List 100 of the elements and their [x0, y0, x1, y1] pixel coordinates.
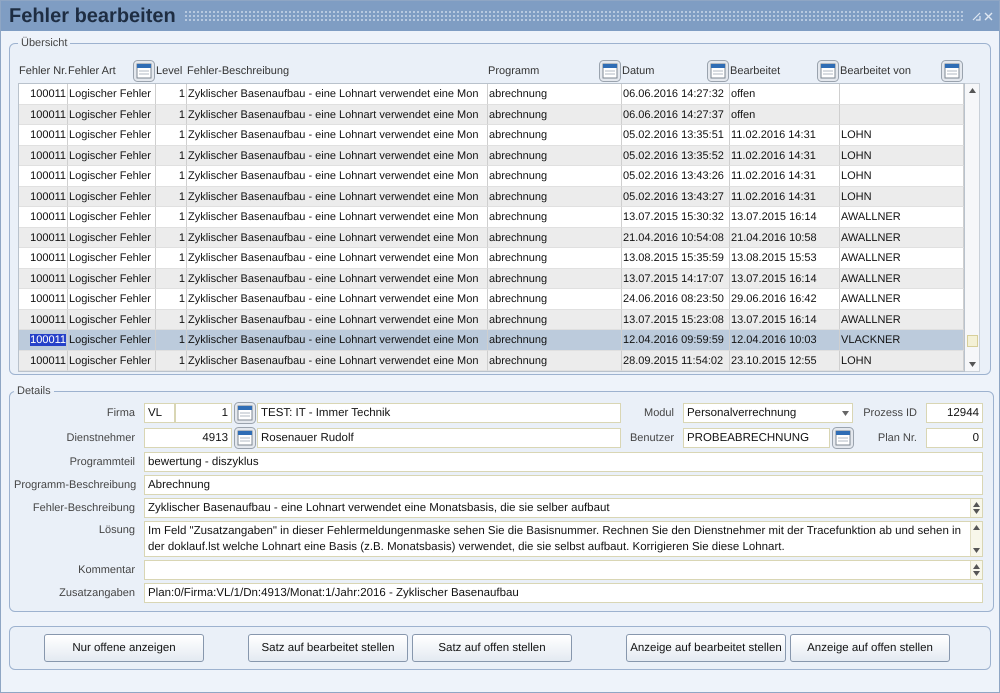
number-field[interactable]: 1 — [175, 403, 232, 423]
field-label: Lösung — [98, 523, 136, 536]
field-label: Modul — [643, 407, 675, 419]
module-dropdown[interactable]: Personalverrechnung — [683, 403, 853, 423]
table-row[interactable]: 100011 Logischer Fehler 1 Zyklischer Basenaufbau - eine Lohnart verwendet eine Mon abrechnung 21.04.2016 10:54:08 21.04.2016 10:58 AWALLNER — [19, 228, 964, 248]
lookup-icon[interactable] — [234, 402, 256, 424]
table-cell: 13.07.2015 16:14 — [730, 268, 840, 289]
dropdown-caret-icon[interactable] — [842, 410, 849, 416]
table-row[interactable]: 100011 Logischer Fehler 1 Zyklischer Basenaufbau - eine Lohnart verwendet eine Mon abrechnung 05.02.2016 13:35:52 11.02.2016 14:31 LOHN — [19, 146, 964, 166]
table-cell: 28.09.2015 11:54:02 — [622, 350, 730, 371]
field-label: Prozess ID — [862, 407, 918, 419]
column-header[interactable]: Datum — [622, 65, 654, 77]
table-cell: Zyklischer Basenaufbau - eine Lohnart verwendet eine Mon — [187, 268, 488, 289]
selected-table-row[interactable]: 100011 Logischer Fehler 1 Zyklischer Basenaufbau - eine Lohnart verwendet eine Mon abrechnung 12.04.2016 09:59:59 12.04.2016 10:03 VLACKNER — [19, 330, 964, 350]
scroll-up-icon[interactable] — [972, 501, 981, 508]
column-header[interactable]: Fehler Art — [68, 65, 116, 77]
table-cell: 100011 — [19, 228, 68, 248]
table-cell: Logischer Fehler — [68, 228, 156, 248]
table-cell: abrechnung — [488, 186, 622, 207]
table-row[interactable]: 100011 Logischer Fehler 1 Zyklischer Basenaufbau - eine Lohnart verwendet eine Mon abrechnung 05.02.2016 13:43:27 11.02.2016 14:31 LOHN — [19, 186, 964, 207]
user-field[interactable]: PROBEABRECHNUNG — [683, 428, 830, 448]
field-label: Programm-Beschreibung — [14, 479, 138, 491]
table-cell: 1 — [156, 268, 187, 289]
table-cell: LOHN — [840, 146, 964, 166]
column-header[interactable]: Bearbeitet von — [840, 65, 911, 77]
table-row[interactable]: 100011 Logischer Fehler 1 Zyklischer Basenaufbau - eine Lohnart verwendet eine Mon abrechnung 13.07.2015 15:23:08 13.07.2015 16:14 AWALLNER — [19, 310, 964, 330]
table-cell: 1 — [156, 186, 187, 207]
lookup-icon[interactable] — [832, 427, 854, 449]
column-header[interactable]: Bearbeitet — [730, 65, 780, 77]
table-cell: Zyklischer Basenaufbau - eine Lohnart verwendet eine Mon — [187, 146, 488, 166]
lookup-icon[interactable] — [707, 60, 729, 82]
table-cell: 21.04.2016 10:58 — [730, 228, 840, 248]
table-cell: 05.02.2016 13:35:52 — [622, 146, 730, 166]
lookup-icon[interactable] — [133, 60, 155, 82]
name-field[interactable]: TEST: IT - Immer Technik — [257, 403, 621, 423]
table-cell: abrechnung — [488, 104, 622, 125]
scroll-up-icon[interactable] — [972, 563, 981, 570]
lookup-icon[interactable] — [817, 60, 839, 82]
table-cell: Zyklischer Basenaufbau - eine Lohnart verwendet eine Mon — [187, 186, 488, 207]
table-row[interactable]: 100011 Logischer Fehler 1 Zyklischer Basenaufbau - eine Lohnart verwendet eine Mon abrechnung 06.06.2016 14:27:37 offen — [19, 104, 964, 125]
action-button[interactable]: Satz auf offen stellen — [412, 634, 572, 662]
name-field[interactable]: Rosenauer Rudolf — [257, 428, 621, 448]
text-field[interactable]: Abrechnung — [144, 475, 983, 495]
table-cell: abrechnung — [488, 268, 622, 289]
action-button[interactable]: Anzeige auf offen stellen — [790, 634, 950, 662]
scroll-down-icon[interactable] — [972, 570, 981, 577]
table-cell: 1 — [156, 350, 187, 371]
code-field[interactable]: VL — [144, 403, 175, 423]
table-cell: 13.07.2015 14:17:07 — [622, 268, 730, 289]
table-cell: 1 — [156, 228, 187, 248]
number-field[interactable]: 4913 — [144, 428, 232, 448]
table-cell: AWALLNER — [840, 228, 964, 248]
plan-number-field[interactable]: 0 — [926, 428, 983, 448]
scroll-up-icon[interactable] — [972, 524, 981, 531]
table-row[interactable]: 100011 Logischer Fehler 1 Zyklischer Basenaufbau - eine Lohnart verwendet eine Mon abrechnung 28.09.2015 11:54:02 23.10.2015 12:55 LOHN — [19, 350, 964, 371]
table-row[interactable]: 100011 Logischer Fehler 1 Zyklischer Basenaufbau - eine Lohnart verwendet eine Mon abrechnung 13.07.2015 14:17:07 13.07.2015 16:14 AWALLNER — [19, 268, 964, 289]
table-cell: 100011 — [19, 186, 68, 207]
table-cell: Logischer Fehler — [68, 146, 156, 166]
table-cell: Logischer Fehler — [68, 186, 156, 207]
table-cell: 1 — [156, 104, 187, 125]
lookup-icon[interactable] — [234, 427, 256, 449]
table-cell: LOHN — [840, 350, 964, 371]
table-cell: 1 — [156, 146, 187, 166]
text-area[interactable]: Zyklischer Basenaufbau - eine Lohnart verwendet eine Monatsbasis, die sie selber aufbaut — [144, 498, 983, 518]
lookup-icon[interactable] — [599, 60, 621, 82]
table-cell: Zyklischer Basenaufbau - eine Lohnart verwendet eine Mon — [187, 350, 488, 371]
column-header[interactable]: Fehler Nr. — [19, 65, 68, 77]
table-cell: 21.04.2016 10:54:08 — [622, 228, 730, 248]
table-cell: 11.02.2016 14:31 — [730, 146, 840, 166]
table-cell: 23.10.2015 12:55 — [730, 350, 840, 371]
scroll-down-icon[interactable] — [972, 547, 981, 554]
table-cell: 05.02.2016 13:43:27 — [622, 186, 730, 207]
dropdown-value: Personalverrechnung — [687, 406, 796, 421]
table-cell: abrechnung — [488, 146, 622, 166]
table-cell: abrechnung — [488, 350, 622, 371]
column-header[interactable]: Programm — [488, 65, 540, 77]
column-header[interactable]: Level — [156, 65, 182, 77]
scrollbar-thumb[interactable] — [966, 335, 978, 347]
action-button[interactable]: Satz auf bearbeitet stellen — [248, 634, 408, 662]
scrollbar[interactable] — [965, 83, 980, 372]
action-button[interactable]: Nur offene anzeigen — [44, 634, 204, 662]
text-field[interactable]: bewertung - diszyklus — [144, 452, 983, 472]
text-field[interactable]: Plan:0/Firma:VL/1/Dn:4913/Monat:1/Jahr:2016 - Zyklischer Basenaufbau — [144, 583, 983, 603]
table-cell: offen — [730, 104, 840, 125]
table-cell: 100011 — [19, 104, 68, 125]
table-cell: Logischer Fehler — [68, 268, 156, 289]
action-button[interactable]: Anzeige auf bearbeitet stellen — [626, 634, 786, 662]
scroll-up-icon[interactable] — [968, 87, 976, 94]
table-cell: Zyklischer Basenaufbau - eine Lohnart verwendet eine Mon — [187, 228, 488, 248]
field-label: Programmteil — [68, 456, 136, 468]
field-label: Firma — [106, 407, 136, 419]
text-area[interactable] — [144, 521, 983, 557]
column-header[interactable]: Fehler-Beschreibung — [187, 65, 290, 77]
lookup-icon[interactable] — [941, 60, 963, 82]
field-text: Zyklischer Basenaufbau - eine Lohnart verwendet eine Monatsbasis, die sie selber aufbaut — [147, 501, 611, 516]
scroll-down-icon[interactable] — [968, 361, 976, 368]
process-id-field[interactable]: 12944 — [926, 403, 983, 423]
scroll-down-icon[interactable] — [972, 508, 981, 515]
field-label: Benutzer — [628, 432, 675, 444]
table-cell: Logischer Fehler — [68, 350, 156, 371]
